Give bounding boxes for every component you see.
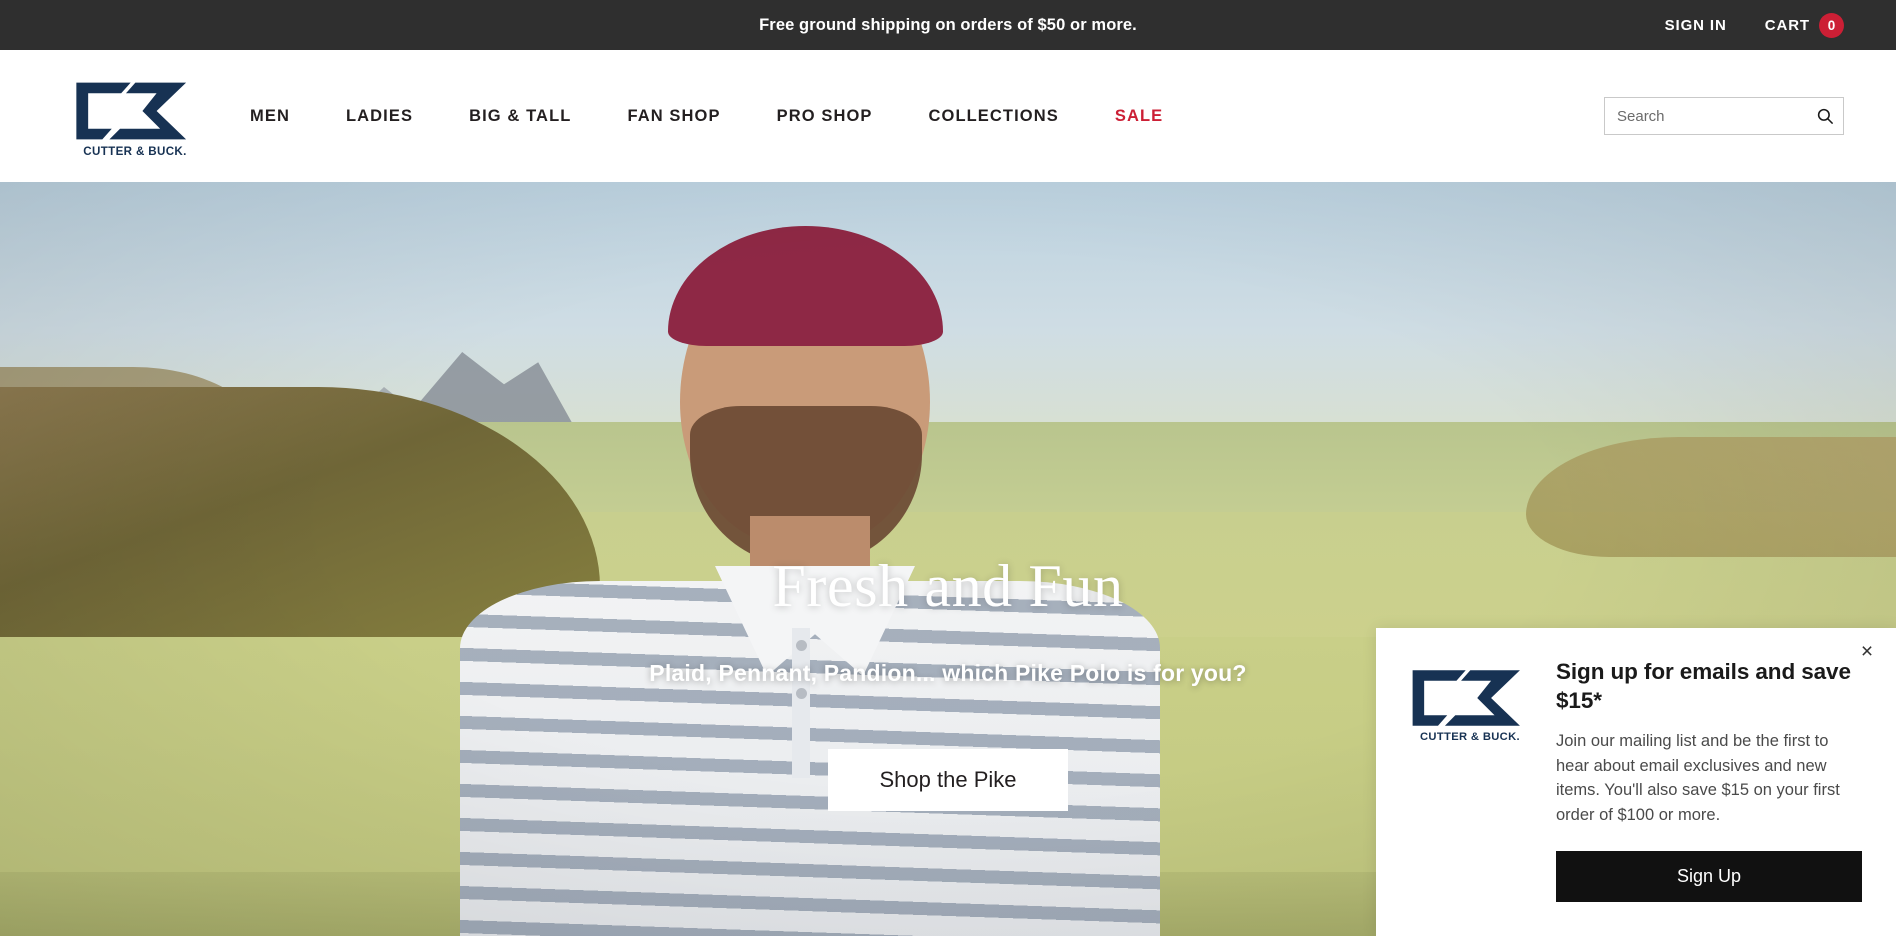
cutter-buck-logo-icon: [1410, 668, 1530, 728]
email-signup-popup: × CUTTER & BUCK. Sign up for emails and …: [1376, 627, 1896, 936]
search-input[interactable]: [1617, 107, 1816, 125]
popup-title: Sign up for emails and save $15*: [1556, 658, 1851, 713]
account-actions: SIGN IN CART 0: [1665, 0, 1844, 50]
search-icon[interactable]: [1816, 107, 1834, 125]
brand-logo-link[interactable]: CUTTER & BUCK.: [74, 80, 196, 158]
nav-item-big-and-tall[interactable]: BIG & TALL: [441, 107, 599, 126]
cart-link[interactable]: CART 0: [1764, 12, 1844, 38]
nav-item-pro-shop[interactable]: PRO SHOP: [749, 107, 901, 126]
announcement-bar: Free ground shipping on orders of $50 or…: [0, 0, 1896, 50]
hero-banner: Fresh and Fun Plaid, Pennant, Pandion...…: [0, 182, 1896, 936]
sign-in-link[interactable]: SIGN IN: [1665, 17, 1727, 34]
popup-brand-wordmark: CUTTER & BUCK.: [1420, 730, 1520, 743]
close-icon[interactable]: ×: [1855, 640, 1879, 664]
nav-item-fan-shop[interactable]: FAN SHOP: [599, 107, 748, 126]
cart-label: CART: [1764, 16, 1810, 34]
popup-description: Join our mailing list and be the first t…: [1556, 732, 1840, 824]
nav-item-ladies[interactable]: LADIES: [318, 107, 441, 126]
cutter-buck-logo-icon: [74, 80, 196, 142]
cart-count-badge: 0: [1819, 12, 1844, 38]
nav-item-men[interactable]: MEN: [250, 107, 318, 126]
main-navigation: MEN LADIES BIG & TALL FAN SHOP PRO SHOP …: [250, 50, 1191, 182]
site-header: CUTTER & BUCK. MEN LADIES BIG & TALL FAN…: [0, 50, 1896, 182]
search-box[interactable]: [1604, 97, 1844, 135]
popup-body: Sign up for emails and save $15* Join ou…: [1556, 658, 1862, 902]
hero-title: Fresh and Fun: [772, 553, 1124, 619]
sign-up-button[interactable]: Sign Up: [1556, 851, 1862, 902]
shop-the-pike-button[interactable]: Shop the Pike: [828, 749, 1068, 811]
announcement-message: Free ground shipping on orders of $50 or…: [759, 15, 1137, 34]
nav-item-sale[interactable]: SALE: [1087, 107, 1191, 126]
nav-item-collections[interactable]: COLLECTIONS: [901, 107, 1087, 126]
popup-brand-logo: CUTTER & BUCK.: [1410, 658, 1530, 902]
brand-wordmark: CUTTER & BUCK.: [83, 145, 187, 158]
